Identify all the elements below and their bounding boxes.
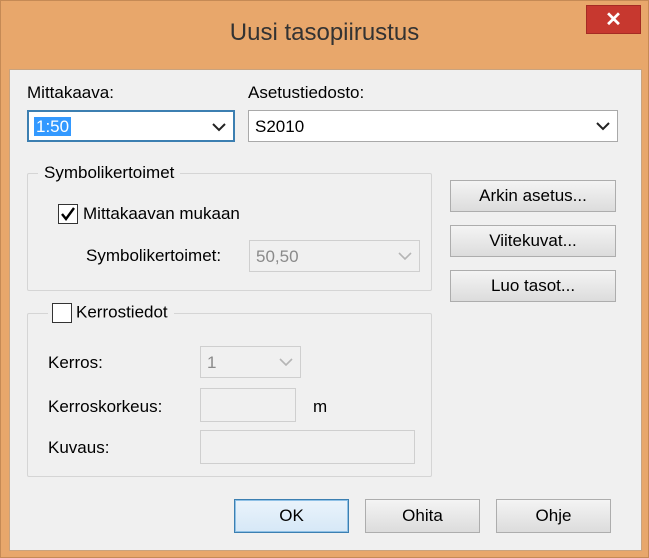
window-title: Uusi tasopiirustus (229, 19, 420, 46)
settings-file-label: Asetustiedosto: (248, 83, 365, 102)
settings-file-combobox[interactable]: S2010 (248, 110, 618, 142)
create-layers-button[interactable]: Luo tasot... (450, 270, 616, 302)
symbol-factors-field-label: Symbolikertoimet: (86, 246, 222, 265)
sheet-setup-button[interactable]: Arkin asetus... (450, 180, 616, 212)
floor-label: Kerros: (48, 353, 103, 372)
skip-button[interactable]: Ohita (365, 499, 480, 533)
floor-height-input[interactable] (200, 388, 296, 422)
reference-images-button[interactable]: Viitekuvat... (450, 225, 616, 257)
scale-label: Mittakaava: (27, 83, 114, 102)
help-button[interactable]: Ohje (496, 499, 611, 533)
ok-button[interactable]: OK (234, 499, 349, 533)
scale-based-label: Mittakaavan mukaan (83, 204, 240, 223)
scale-value: 1:50 (34, 117, 72, 136)
floor-height-label: Kerroskorkeus: (48, 397, 163, 416)
chevron-down-icon (397, 246, 413, 266)
close-icon: ✕ (605, 9, 622, 31)
checkmark-icon (61, 207, 75, 221)
settings-file-value: S2010 (255, 117, 305, 136)
dialog-window: Uusi tasopiirustus ✕ Mittakaava: 1:50 As… (0, 0, 649, 558)
symbol-factors-value: 50,50 (256, 247, 299, 266)
symbol-factors-group-title: Symbolikertoimet (38, 163, 181, 183)
chevron-down-icon (278, 352, 294, 372)
scale-based-checkbox[interactable] (58, 204, 78, 224)
symbol-factors-group (27, 173, 432, 291)
description-label: Kuvaus: (48, 438, 110, 457)
floor-info-checkbox[interactable] (52, 302, 72, 323)
symbol-factors-combobox[interactable]: 50,50 (249, 240, 420, 272)
close-button[interactable]: ✕ (586, 5, 641, 34)
title-bar[interactable]: Uusi tasopiirustus ✕ (1, 1, 648, 69)
floor-value: 1 (207, 353, 217, 372)
floor-height-unit: m (313, 397, 328, 416)
scale-combobox[interactable]: 1:50 (27, 110, 235, 142)
floor-info-label: Kerrostiedot (76, 302, 168, 322)
floor-combobox[interactable]: 1 (200, 346, 301, 378)
dialog-client-area: Mittakaava: 1:50 Asetustiedosto: S2010 S… (9, 69, 642, 551)
floor-info-group-header: Kerrostiedot (48, 302, 174, 323)
chevron-down-icon (211, 117, 227, 137)
description-input[interactable] (200, 430, 415, 464)
chevron-down-icon (595, 116, 611, 136)
